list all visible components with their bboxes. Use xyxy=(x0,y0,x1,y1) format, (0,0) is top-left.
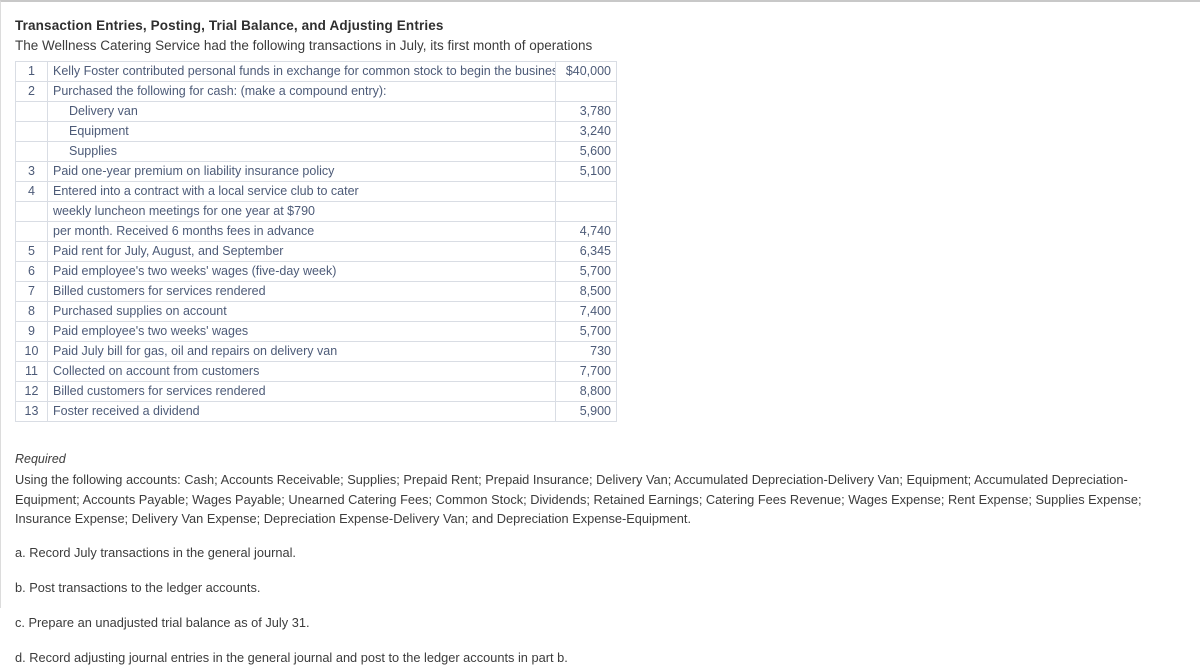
required-accounts-paragraph: Using the following accounts: Cash; Acco… xyxy=(15,472,1142,526)
transaction-number-cell: 3 xyxy=(15,161,48,182)
required-label: Required xyxy=(15,452,66,466)
transaction-description-cell: per month. Received 6 months fees in adv… xyxy=(47,221,556,242)
table-row: weekly luncheon meetings for one year at… xyxy=(15,201,617,222)
transaction-amount-cell: 5,100 xyxy=(555,161,617,182)
transaction-description-cell: Paid employee's two weeks' wages (five-d… xyxy=(47,261,556,282)
table-row: 6 Paid employee's two weeks' wages (five-… xyxy=(15,261,617,282)
table-row: 5 Paid rent for July, August, and Septemb… xyxy=(15,241,617,262)
required-section: Required Using the following accounts: C… xyxy=(15,450,1189,667)
transaction-amount-cell: 5,700 xyxy=(555,261,617,282)
table-row: 11 Collected on account from customers 7,7… xyxy=(15,361,617,382)
transaction-description-cell: Delivery van xyxy=(47,101,556,122)
transaction-number-cell: 6 xyxy=(15,261,48,282)
transaction-amount-cell: 5,900 xyxy=(555,401,617,422)
transaction-description-cell: Purchased supplies on account xyxy=(47,301,556,322)
transaction-description-cell: Foster received a dividend xyxy=(47,401,556,422)
transaction-amount-cell: 8,500 xyxy=(555,281,617,302)
transaction-amount-cell xyxy=(555,81,617,102)
table-row: 7 Billed customers for services rendered 8… xyxy=(15,281,617,302)
transaction-amount-cell: 4,740 xyxy=(555,221,617,242)
table-row: 12 Billed customers for services rendered… xyxy=(15,381,617,402)
page-title: Transaction Entries, Posting, Trial Bala… xyxy=(15,18,444,33)
transaction-description-cell: weekly luncheon meetings for one year at… xyxy=(47,201,556,222)
transaction-number-cell xyxy=(15,221,48,242)
page-subtitle: The Wellness Catering Service had the fo… xyxy=(15,38,593,53)
required-task-item: b. Post transactions to the ledger accou… xyxy=(15,579,261,595)
transaction-amount-cell: 5,700 xyxy=(555,321,617,342)
transaction-description-cell: Purchased the following for cash: (make … xyxy=(47,81,556,102)
required-task-list: a. Record July transactions in the gener… xyxy=(15,543,1189,667)
table-row: 9 Paid employee's two weeks' wages 5,700 xyxy=(15,321,617,342)
transaction-description-cell: Paid one-year premium on liability insur… xyxy=(47,161,556,182)
transaction-number-cell: 11 xyxy=(15,361,48,382)
required-task-item: a. Record July transactions in the gener… xyxy=(15,544,296,560)
required-task-item: c. Prepare an unadjusted trial balance a… xyxy=(15,614,310,630)
transaction-number-cell xyxy=(15,201,48,222)
table-row: Delivery van 3,780 xyxy=(15,101,617,122)
transaction-number-cell: 2 xyxy=(15,81,48,102)
table-row: 10 Paid July bill for gas, oil and repair… xyxy=(15,341,617,362)
transaction-amount-cell xyxy=(555,181,617,202)
transaction-number-cell: 4 xyxy=(15,181,48,202)
table-row: 1 Kelly Foster contributed personal funds… xyxy=(15,61,617,82)
table-row: Equipment 3,240 xyxy=(15,121,617,142)
table-row: 4 Entered into a contract with a local se… xyxy=(15,181,617,202)
transaction-number-cell: 5 xyxy=(15,241,48,262)
transaction-amount-cell: 7,700 xyxy=(555,361,617,382)
transaction-amount-cell: $40,000 xyxy=(555,61,617,82)
transaction-amount-cell: 8,800 xyxy=(555,381,617,402)
transaction-description-cell: Paid July bill for gas, oil and repairs … xyxy=(47,341,556,362)
document-page: Transaction Entries, Posting, Trial Bala… xyxy=(0,0,1200,665)
transaction-number-cell: 13 xyxy=(15,401,48,422)
transaction-number-cell: 9 xyxy=(15,321,48,342)
table-row: per month. Received 6 months fees in adv… xyxy=(15,221,617,242)
transaction-amount-cell: 3,780 xyxy=(555,101,617,122)
table-row: 8 Purchased supplies on account 7,400 xyxy=(15,301,617,322)
required-task-item: d. Record adjusting journal entries in t… xyxy=(15,649,568,665)
transaction-amount-cell: 5,600 xyxy=(555,141,617,162)
transaction-description-cell: Paid rent for July, August, and Septembe… xyxy=(47,241,556,262)
table-row: 13 Foster received a dividend 5,900 xyxy=(15,401,617,422)
transaction-number-cell xyxy=(15,101,48,122)
transaction-number-cell: 7 xyxy=(15,281,48,302)
transaction-amount-cell: 6,345 xyxy=(555,241,617,262)
transaction-number-cell xyxy=(15,121,48,142)
transaction-number-cell xyxy=(15,141,48,162)
transaction-description-cell: Equipment xyxy=(47,121,556,142)
table-row: 2 Purchased the following for cash: (make… xyxy=(15,81,617,102)
transaction-number-cell: 10 xyxy=(15,341,48,362)
transactions-table: 1 Kelly Foster contributed personal funds… xyxy=(15,61,617,422)
transaction-number-cell: 8 xyxy=(15,301,48,322)
transaction-number-cell: 1 xyxy=(15,61,48,82)
transaction-amount-cell: 3,240 xyxy=(555,121,617,142)
transaction-description-cell: Billed customers for services rendered xyxy=(47,381,556,402)
transaction-description-cell: Collected on account from customers xyxy=(47,361,556,382)
transactions-table-body: 1 Kelly Foster contributed personal funds… xyxy=(15,61,617,422)
transaction-description-cell: Paid employee's two weeks' wages xyxy=(47,321,556,342)
transaction-amount-cell: 7,400 xyxy=(555,301,617,322)
transaction-description-cell: Entered into a contract with a local ser… xyxy=(47,181,556,202)
transaction-amount-cell: 730 xyxy=(555,341,617,362)
transaction-description-cell: Kelly Foster contributed personal funds … xyxy=(47,61,556,82)
table-row: 3 Paid one-year premium on liability insu… xyxy=(15,161,617,182)
transaction-amount-cell xyxy=(555,201,617,222)
transaction-description-cell: Billed customers for services rendered xyxy=(47,281,556,302)
transaction-number-cell: 12 xyxy=(15,381,48,402)
table-row: Supplies 5,600 xyxy=(15,141,617,162)
transaction-description-cell: Supplies xyxy=(47,141,556,162)
